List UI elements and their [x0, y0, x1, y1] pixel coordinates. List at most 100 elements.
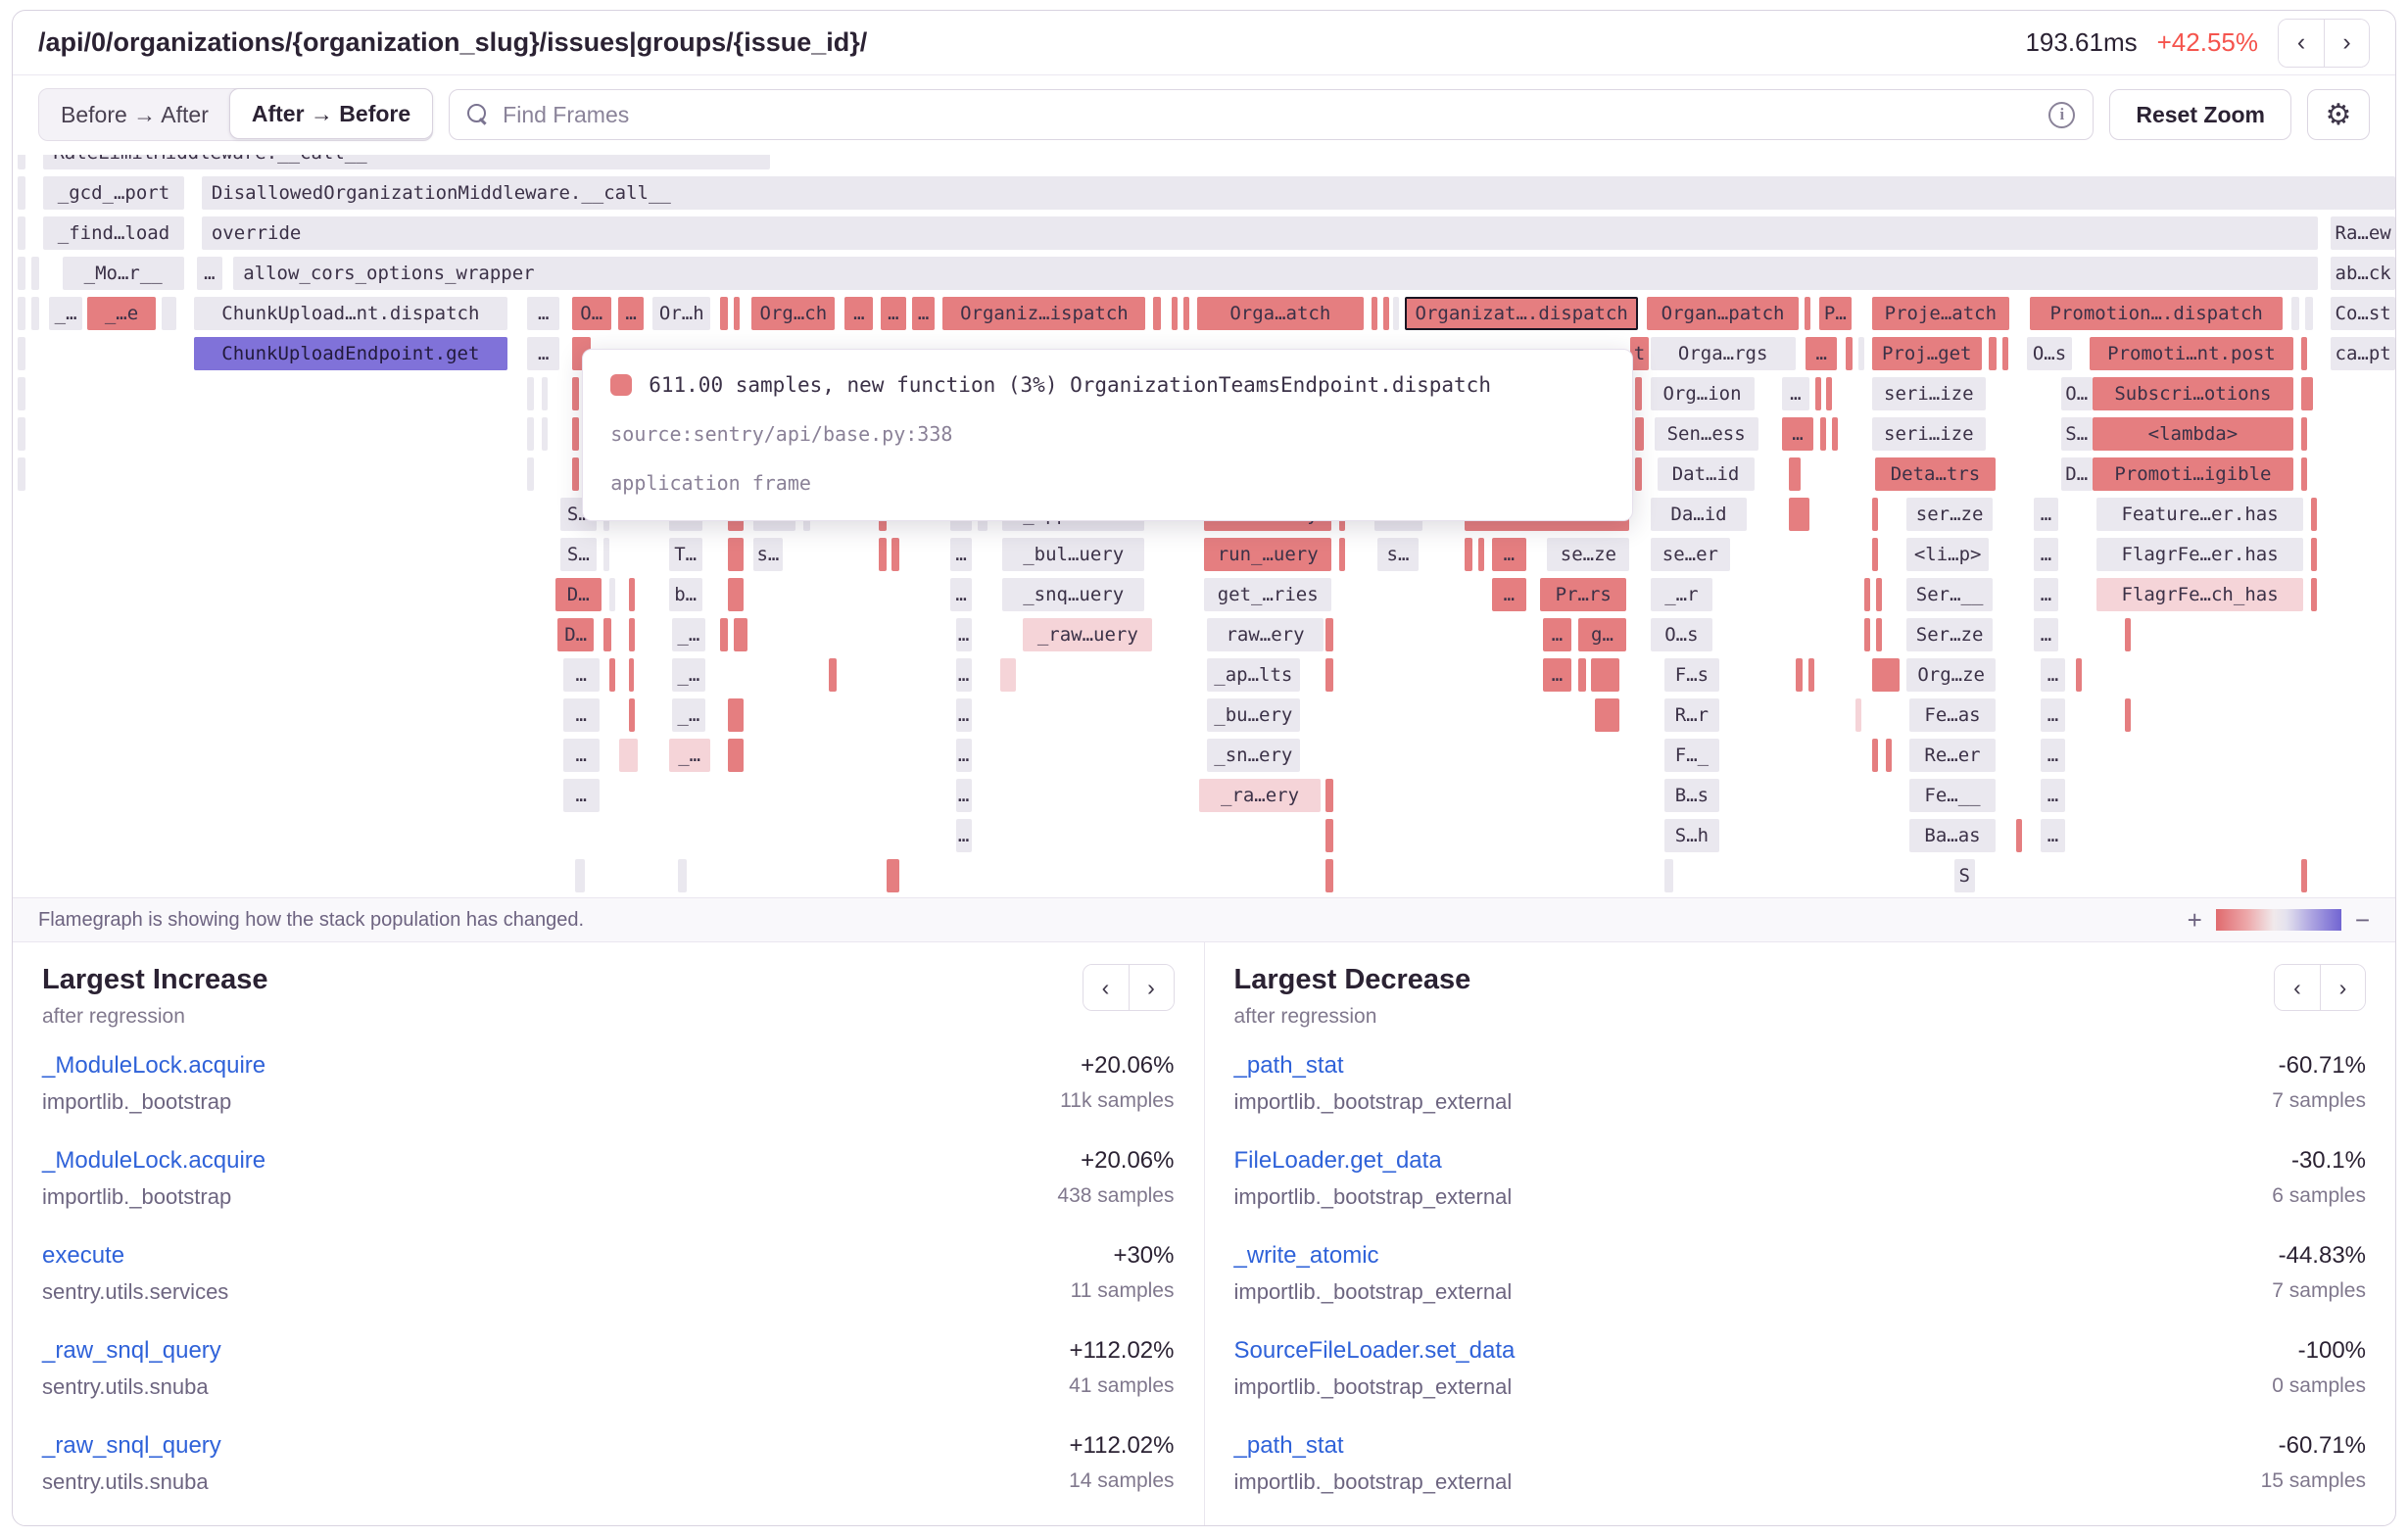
flame-frame[interactable] — [1325, 618, 1333, 651]
flame-frame[interactable]: … — [563, 739, 600, 772]
flame-frame[interactable]: _bu…ery — [1207, 698, 1300, 732]
flame-frame[interactable]: … — [2034, 538, 2057, 571]
flame-frame[interactable]: Promoti…nt.post — [2090, 337, 2293, 370]
flame-frame[interactable] — [1153, 297, 1161, 330]
flame-frame[interactable] — [162, 297, 175, 330]
flame-frame[interactable]: Deta…trs — [1875, 457, 1996, 491]
flame-frame[interactable]: Co…st — [2331, 297, 2395, 330]
flame-frame[interactable] — [18, 176, 25, 210]
flame-frame[interactable] — [2076, 658, 2082, 692]
flame-frame[interactable]: S… — [2061, 417, 2093, 451]
flame-frame[interactable] — [1465, 538, 1472, 571]
flame-frame[interactable]: Feature…er.has — [2096, 498, 2303, 531]
flame-frame[interactable]: ChunkUploadEndpoint.get — [194, 337, 507, 370]
flame-frame[interactable] — [527, 377, 534, 410]
flame-frame[interactable] — [1864, 578, 1870, 611]
flame-frame[interactable]: … — [1543, 618, 1570, 651]
flame-frame[interactable]: Promoti…igible — [2093, 457, 2293, 491]
flame-frame[interactable] — [2311, 538, 2317, 571]
flame-frame[interactable]: Fe…__ — [1909, 779, 1996, 812]
flame-frame[interactable] — [619, 739, 638, 772]
flame-frame[interactable]: Pr…rs — [1540, 578, 1626, 611]
flame-frame[interactable] — [2016, 819, 2022, 852]
flame-frame[interactable]: get_…ries — [1204, 578, 1331, 611]
flame-frame[interactable]: seri…ize — [1872, 377, 1986, 410]
flame-frame[interactable] — [629, 578, 635, 611]
flame-frame[interactable] — [18, 337, 25, 370]
flame-frame[interactable] — [1858, 337, 1864, 370]
flame-frame[interactable] — [2291, 297, 2299, 330]
flame-frame[interactable]: Org…ze — [1906, 658, 1996, 692]
flame-frame[interactable] — [2301, 337, 2307, 370]
function-link[interactable]: SourceFileLoader.set_data — [1234, 1337, 1516, 1365]
flame-frame[interactable]: _… — [669, 739, 710, 772]
flame-frame[interactable]: … — [618, 297, 644, 330]
after-before-tab[interactable]: After → Before — [229, 88, 433, 139]
flame-frame[interactable]: Promotion….dispatch — [2030, 297, 2283, 330]
function-link[interactable]: _path_stat — [1234, 1432, 1513, 1460]
flame-frame[interactable] — [18, 297, 25, 330]
flame-frame[interactable] — [1789, 457, 1801, 491]
flame-frame[interactable]: D… — [555, 578, 602, 611]
flame-frame[interactable]: se…er — [1651, 538, 1731, 571]
flame-frame[interactable]: … — [1782, 417, 1813, 451]
flame-frame[interactable]: … — [527, 337, 559, 370]
flame-frame[interactable] — [1325, 859, 1333, 892]
flame-frame[interactable]: O… — [572, 297, 611, 330]
flame-frame[interactable] — [2301, 377, 2313, 410]
flame-frame[interactable]: O…s — [1651, 618, 1713, 651]
flame-frame[interactable] — [1393, 297, 1399, 330]
flame-frame[interactable]: Ser…__ — [1906, 578, 1993, 611]
flame-frame[interactable] — [542, 417, 548, 451]
flame-frame[interactable]: … — [2034, 618, 2057, 651]
flame-frame[interactable]: … — [563, 779, 600, 812]
flame-frame[interactable] — [1372, 297, 1377, 330]
flame-frame[interactable]: … — [956, 658, 972, 692]
flame-frame[interactable] — [1591, 658, 1619, 692]
flame-frame[interactable] — [2305, 297, 2313, 330]
flame-frame[interactable]: D… — [2061, 457, 2093, 491]
flame-frame[interactable] — [2301, 859, 2307, 892]
flame-frame[interactable]: Proje…atch — [1872, 297, 2009, 330]
flame-frame[interactable] — [572, 417, 579, 451]
flame-frame[interactable] — [629, 618, 635, 651]
flame-frame[interactable]: … — [197, 257, 222, 290]
reset-zoom-button[interactable]: Reset Zoom — [2109, 89, 2291, 140]
flame-frame[interactable]: D… — [557, 618, 593, 651]
decrease-prev-button[interactable]: ‹ — [2275, 965, 2320, 1010]
function-link[interactable]: execute — [42, 1242, 228, 1270]
flame-frame[interactable] — [720, 618, 728, 651]
flame-frame[interactable]: override — [202, 216, 2318, 250]
flame-frame[interactable] — [1826, 377, 1832, 410]
flame-frame[interactable] — [1595, 698, 1619, 732]
flame-frame[interactable] — [1820, 417, 1826, 451]
function-link[interactable]: _ModuleLock.acquire — [42, 1052, 265, 1080]
search-input[interactable] — [503, 102, 2035, 128]
flame-frame[interactable]: Organiz…ispatch — [942, 297, 1145, 330]
flame-frame[interactable] — [1478, 538, 1484, 571]
flame-frame[interactable] — [18, 257, 25, 290]
flame-frame[interactable] — [572, 457, 579, 491]
flame-frame[interactable] — [18, 377, 25, 410]
flame-frame[interactable] — [1872, 658, 1900, 692]
flame-frame[interactable] — [18, 216, 25, 250]
flame-frame[interactable] — [728, 739, 744, 772]
flame-frame[interactable] — [1183, 297, 1189, 330]
flame-frame[interactable] — [2125, 698, 2131, 732]
flame-frame[interactable]: … — [563, 698, 600, 732]
flame-frame[interactable]: … — [2041, 739, 2064, 772]
info-icon[interactable]: i — [2048, 102, 2075, 128]
flame-frame[interactable] — [1796, 658, 1803, 692]
flame-frame[interactable]: … — [1782, 377, 1809, 410]
flame-frame[interactable] — [572, 377, 579, 410]
flame-frame[interactable]: _snq…uery — [1002, 578, 1144, 611]
flame-frame[interactable]: S…h — [1664, 819, 1720, 852]
flame-frame[interactable] — [1832, 417, 1838, 451]
flame-frame[interactable] — [1635, 377, 1642, 410]
flame-frame[interactable] — [728, 538, 744, 571]
flame-frame[interactable]: <lambda> — [2093, 417, 2293, 451]
flame-frame[interactable] — [1846, 337, 1852, 370]
flame-frame[interactable] — [575, 859, 585, 892]
flame-frame[interactable] — [629, 658, 634, 692]
flame-frame[interactable]: Da…id — [1651, 498, 1748, 531]
